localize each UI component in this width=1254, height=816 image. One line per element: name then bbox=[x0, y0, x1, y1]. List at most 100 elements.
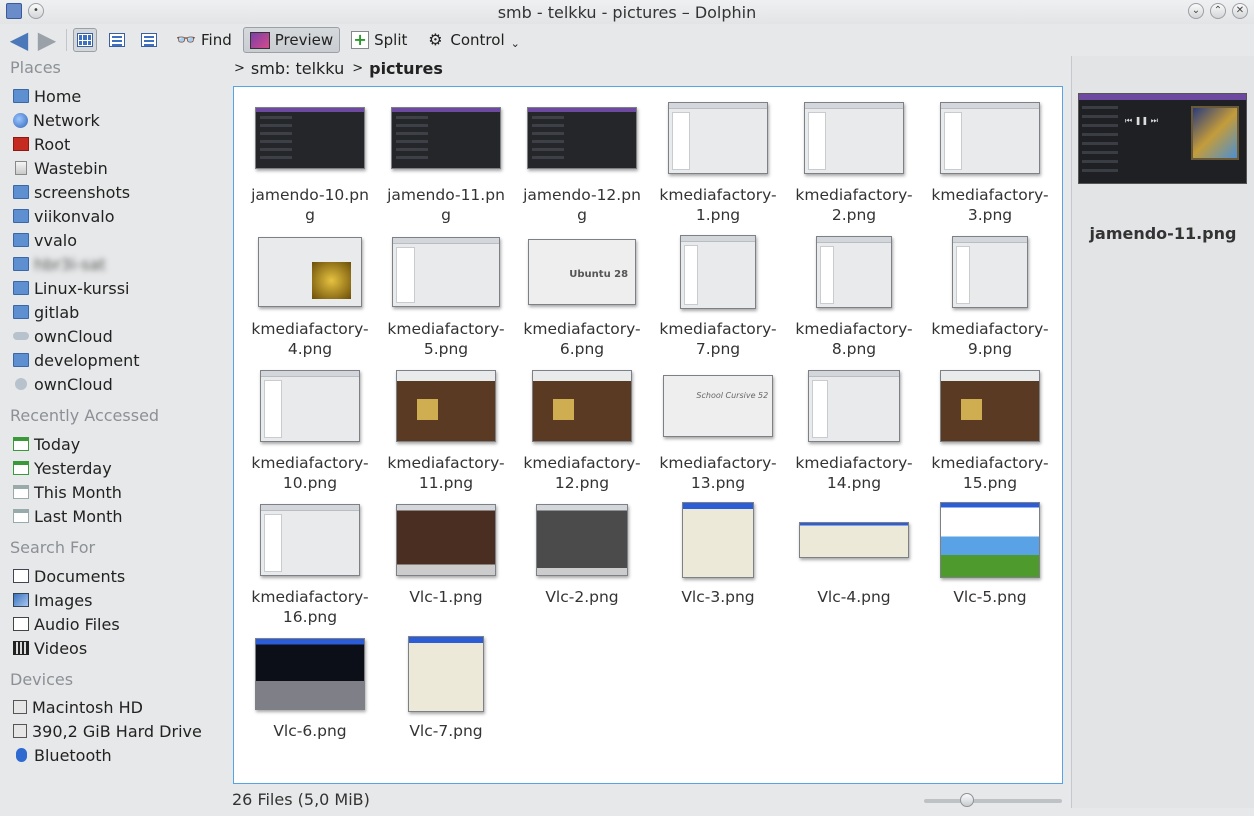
place-item-wastebin[interactable]: Wastebin bbox=[13, 157, 108, 179]
file-item[interactable]: jamendo-12.png bbox=[522, 93, 642, 225]
zoom-slider[interactable] bbox=[924, 793, 1062, 807]
file-item[interactable]: Vlc-7.png bbox=[386, 629, 506, 741]
file-name: kmediafactory-8.png bbox=[795, 320, 913, 358]
place-label: Wastebin bbox=[34, 158, 108, 178]
information-panel: ⏮ ❚❚ ⏭ jamendo-11.png bbox=[1071, 56, 1254, 808]
place-label: screenshots bbox=[34, 182, 131, 202]
file-item[interactable]: kmediafactory-6.png bbox=[522, 227, 642, 359]
file-item[interactable]: kmediafactory-11.png bbox=[386, 361, 506, 493]
device-item-hard-drive[interactable]: 390,2 GiB Hard Drive bbox=[13, 720, 202, 742]
calendar-month-icon bbox=[13, 485, 29, 499]
file-item[interactable]: Vlc-3.png bbox=[658, 495, 778, 607]
split-icon: + bbox=[351, 31, 370, 49]
file-item[interactable]: kmediafactory-3.png bbox=[930, 93, 1050, 225]
place-item-screenshots[interactable]: screenshots bbox=[13, 181, 130, 203]
file-name: kmediafactory-6.png bbox=[523, 320, 641, 358]
file-item[interactable]: kmediafactory-10.png bbox=[250, 361, 370, 493]
search-for-heading: Search For bbox=[10, 538, 96, 557]
file-item[interactable]: kmediafactory-5.png bbox=[386, 227, 506, 359]
back-button[interactable]: ◀ bbox=[6, 26, 32, 54]
place-item-blurred[interactable]: hbr3i-sat bbox=[13, 253, 106, 275]
compact-view-button[interactable] bbox=[105, 28, 129, 52]
place-item-gitlab[interactable]: gitlab bbox=[13, 301, 79, 323]
recently-accessed-heading: Recently Accessed bbox=[10, 406, 160, 425]
file-item[interactable]: Vlc-6.png bbox=[250, 629, 370, 741]
file-name: kmediafactory-14.png bbox=[795, 454, 913, 492]
file-thumbnail bbox=[808, 370, 900, 442]
maximize-button[interactable]: ⌃ bbox=[1210, 3, 1226, 19]
file-item[interactable]: Vlc-4.png bbox=[794, 495, 914, 607]
place-item-root[interactable]: Root bbox=[13, 133, 70, 155]
place-item-viikonvalo[interactable]: viikonvalo bbox=[13, 205, 115, 227]
file-item[interactable]: kmediafactory-13.png bbox=[658, 361, 778, 493]
file-thumbnail bbox=[260, 504, 360, 576]
forward-arrow-icon: ▶ bbox=[37, 26, 57, 54]
file-item[interactable]: Vlc-5.png bbox=[930, 495, 1050, 607]
recent-item-last-month[interactable]: Last Month bbox=[13, 505, 123, 527]
place-label: ownCloud bbox=[34, 374, 113, 394]
place-item-vvalo[interactable]: vvalo bbox=[13, 229, 77, 251]
file-item[interactable]: kmediafactory-2.png bbox=[794, 93, 914, 225]
place-item-owncloud[interactable]: ownCloud bbox=[13, 325, 113, 347]
image-icon bbox=[13, 593, 29, 607]
breadcrumb-host[interactable]: smb: telkku bbox=[251, 59, 344, 78]
place-item-home[interactable]: Home bbox=[13, 85, 81, 107]
preview-button[interactable]: Preview bbox=[242, 27, 341, 53]
file-thumbnail bbox=[528, 239, 636, 305]
split-button[interactable]: + Split bbox=[344, 27, 414, 53]
folder-icon bbox=[13, 257, 29, 271]
place-item-network[interactable]: Network bbox=[13, 109, 100, 131]
bluetooth-icon bbox=[16, 748, 27, 762]
file-item[interactable]: jamendo-11.png bbox=[386, 93, 506, 225]
file-item[interactable]: Vlc-2.png bbox=[522, 495, 642, 607]
place-item-linux-kurssi[interactable]: Linux-kurssi bbox=[13, 277, 130, 299]
file-thumbnail bbox=[396, 504, 496, 576]
breadcrumb-arrow-icon: > bbox=[352, 60, 364, 76]
preview-image: ⏮ ❚❚ ⏭ bbox=[1078, 93, 1247, 184]
close-button[interactable]: ✕ bbox=[1232, 3, 1248, 19]
search-label: Videos bbox=[34, 638, 88, 658]
breadcrumb-current[interactable]: pictures bbox=[369, 59, 443, 78]
recent-item-today[interactable]: Today bbox=[13, 433, 80, 455]
file-item[interactable]: kmediafactory-15.png bbox=[930, 361, 1050, 493]
file-thumbnail bbox=[952, 236, 1028, 308]
file-item[interactable]: kmediafactory-12.png bbox=[522, 361, 642, 493]
control-button[interactable]: ⚙ Control ⌄ bbox=[418, 27, 526, 53]
file-thumbnail bbox=[668, 102, 768, 174]
device-item-macintosh-hd[interactable]: Macintosh HD bbox=[13, 696, 143, 718]
place-label: hbr3i-sat bbox=[34, 254, 106, 274]
file-item[interactable]: kmediafactory-9.png bbox=[930, 227, 1050, 359]
file-item[interactable]: jamendo-10.png bbox=[250, 93, 370, 225]
details-view-button[interactable] bbox=[137, 28, 161, 52]
search-item-images[interactable]: Images bbox=[13, 589, 92, 611]
file-name: kmediafactory-3.png bbox=[931, 186, 1049, 224]
file-item[interactable]: kmediafactory-16.png bbox=[250, 495, 370, 627]
folder-icon bbox=[13, 281, 29, 295]
place-item-owncloud-2[interactable]: ownCloud bbox=[13, 373, 113, 395]
file-item[interactable]: kmediafactory-8.png bbox=[794, 227, 914, 359]
find-button[interactable]: 👓 Find bbox=[169, 27, 239, 53]
calendar-today-icon bbox=[13, 437, 29, 451]
file-item[interactable]: kmediafactory-1.png bbox=[658, 93, 778, 225]
minimize-button[interactable]: ⌄ bbox=[1188, 3, 1204, 19]
file-view[interactable]: jamendo-10.png jamendo-11.png jamendo-12.p… bbox=[233, 86, 1063, 784]
search-item-videos[interactable]: Videos bbox=[13, 637, 87, 659]
file-item[interactable]: kmediafactory-7.png bbox=[658, 227, 778, 359]
file-item[interactable]: Vlc-1.png bbox=[386, 495, 506, 607]
recent-item-yesterday[interactable]: Yesterday bbox=[13, 457, 112, 479]
search-item-documents[interactable]: Documents bbox=[13, 565, 125, 587]
place-label: vvalo bbox=[34, 230, 77, 250]
recent-label: Yesterday bbox=[34, 458, 112, 478]
icons-view-button[interactable] bbox=[73, 28, 97, 52]
recent-item-this-month[interactable]: This Month bbox=[13, 481, 122, 503]
search-item-audio[interactable]: Audio Files bbox=[13, 613, 120, 635]
recent-label: Today bbox=[34, 434, 81, 454]
recent-label: Last Month bbox=[34, 506, 123, 526]
device-item-bluetooth[interactable]: Bluetooth bbox=[13, 744, 112, 766]
file-item[interactable]: kmediafactory-14.png bbox=[794, 361, 914, 493]
file-name: Vlc-3.png bbox=[681, 588, 755, 606]
place-item-development[interactable]: development bbox=[13, 349, 140, 371]
forward-button[interactable]: ▶ bbox=[34, 26, 60, 54]
zoom-slider-handle[interactable] bbox=[960, 793, 974, 807]
file-item[interactable]: kmediafactory-4.png bbox=[250, 227, 370, 359]
